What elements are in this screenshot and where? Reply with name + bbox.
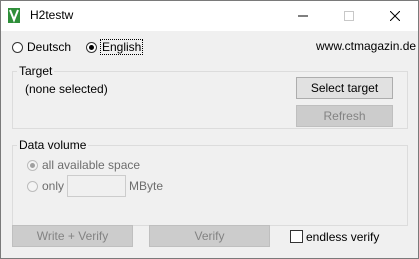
- verify-button[interactable]: Verify: [149, 225, 270, 247]
- maximize-icon: [344, 11, 354, 21]
- language-deutsch-label: Deutsch: [27, 40, 72, 54]
- radio-english[interactable]: [86, 41, 97, 53]
- radio-all-space[interactable]: [27, 159, 38, 171]
- target-status: (none selected): [25, 82, 108, 96]
- mbyte-unit-label: MByte: [129, 179, 164, 193]
- title-bar[interactable]: H2testw: [1, 1, 418, 31]
- radio-deutsch[interactable]: [12, 41, 23, 53]
- close-icon: [390, 11, 400, 21]
- minimize-button[interactable]: [280, 1, 326, 31]
- endless-verify-checkbox[interactable]: [290, 230, 303, 243]
- language-english-label: English: [99, 39, 144, 55]
- endless-verify-label[interactable]: endless verify: [306, 230, 379, 244]
- select-target-button[interactable]: Select target: [296, 77, 393, 99]
- target-group-legend: Target: [19, 64, 53, 78]
- all-space-option[interactable]: all available space: [27, 158, 140, 172]
- close-button[interactable]: [372, 1, 418, 31]
- minimize-icon: [298, 15, 308, 17]
- window-title: H2testw: [30, 8, 74, 22]
- maximize-button[interactable]: [326, 1, 372, 31]
- all-space-label: all available space: [42, 158, 141, 172]
- only-label: only: [42, 179, 65, 193]
- mbyte-input[interactable]: [67, 175, 126, 197]
- data-volume-legend: Data volume: [19, 138, 87, 152]
- radio-only[interactable]: [27, 180, 38, 192]
- app-window: H2testw Deutsch English www.ctmagazin.de: [0, 0, 419, 259]
- client-area: Deutsch English www.ctmagazin.de Target …: [1, 31, 418, 258]
- language-deutsch-option[interactable]: Deutsch: [12, 40, 71, 54]
- refresh-button[interactable]: Refresh: [296, 105, 393, 127]
- only-option[interactable]: only: [27, 179, 64, 193]
- write-verify-button[interactable]: Write + Verify: [12, 225, 133, 247]
- language-english-option[interactable]: English: [86, 39, 144, 55]
- h2testw-app-icon: [8, 8, 20, 23]
- website-link[interactable]: www.ctmagazin.de: [316, 39, 416, 53]
